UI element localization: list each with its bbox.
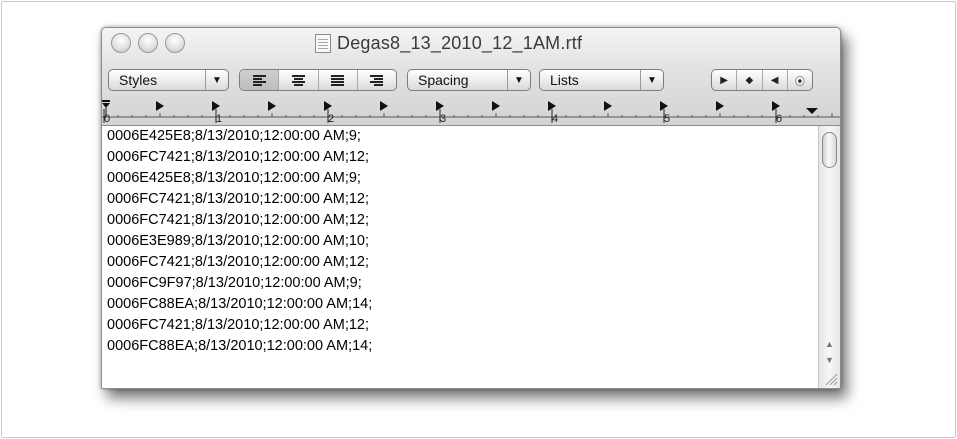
text-line: 0006FC7421;8/13/2010;12:00:00 AM;12; bbox=[107, 212, 370, 228]
ruler-minor-ticks bbox=[117, 113, 833, 117]
traffic-lights bbox=[111, 33, 185, 53]
text-line: 0006FC7421;8/13/2010;12:00:00 AM;12; bbox=[107, 317, 370, 333]
chevron-down-icon: ▼ bbox=[507, 70, 530, 90]
textedit-window: Degas8_13_2010_12_1AM.rtf Styles ▼ Spaci… bbox=[101, 27, 841, 389]
chevron-down-icon: ▼ bbox=[205, 70, 228, 90]
tab-stop-icon[interactable] bbox=[716, 101, 724, 111]
window-title: Degas8_13_2010_12_1AM.rtf bbox=[315, 31, 582, 55]
lists-popup[interactable]: Lists ▼ bbox=[539, 69, 664, 91]
styles-popup[interactable]: Styles ▼ bbox=[108, 69, 229, 91]
ruler-control: ▶ ◆ ◀ ⦿ bbox=[711, 69, 813, 91]
tab-stop-icon[interactable] bbox=[604, 101, 612, 111]
title-bar[interactable]: Degas8_13_2010_12_1AM.rtf Styles ▼ Spaci… bbox=[102, 28, 840, 126]
tab-stop-markers[interactable] bbox=[156, 101, 780, 111]
text-line: 0006FC88EA;8/13/2010;12:00:00 AM;14; bbox=[107, 296, 373, 312]
play-left-icon[interactable]: ◀ bbox=[761, 70, 787, 90]
justify-icon bbox=[331, 75, 345, 86]
close-button[interactable] bbox=[111, 33, 131, 53]
ruler-label-1: 1 bbox=[216, 113, 222, 124]
lists-label: Lists bbox=[550, 72, 579, 88]
ruler-label-3: 3 bbox=[440, 113, 446, 124]
alignment-control bbox=[239, 69, 397, 91]
tab-stop-icon[interactable] bbox=[268, 101, 276, 111]
tab-stop-icon[interactable] bbox=[156, 101, 164, 111]
spacing-label: Spacing bbox=[418, 72, 469, 88]
ruler-label-0: 0 bbox=[104, 113, 110, 124]
text-line: 0006FC7421;8/13/2010;12:00:00 AM;12; bbox=[107, 149, 370, 165]
spacing-popup[interactable]: Spacing ▼ bbox=[407, 69, 531, 91]
scroll-thumb[interactable] bbox=[822, 132, 837, 168]
zoom-button[interactable] bbox=[165, 33, 185, 53]
text-line: 0006FC88EA;8/13/2010;12:00:00 AM;14; bbox=[107, 338, 373, 354]
window-title-text: Degas8_13_2010_12_1AM.rtf bbox=[337, 32, 583, 53]
text-editor[interactable]: 0006E425E8;8/13/2010;12:00:00 AM;9; 0006F… bbox=[102, 126, 818, 388]
rtf-document-icon bbox=[315, 33, 331, 53]
ruler-label-5: 5 bbox=[664, 113, 670, 124]
scroll-down-arrow-icon[interactable]: ▼ bbox=[819, 352, 840, 367]
ruler-label-4: 4 bbox=[552, 113, 558, 124]
minimize-button[interactable] bbox=[138, 33, 158, 53]
align-right-icon bbox=[370, 75, 384, 86]
ruler-label-2: 2 bbox=[328, 113, 334, 124]
tab-stop-icon[interactable] bbox=[380, 101, 388, 111]
align-left-icon bbox=[252, 75, 266, 86]
align-right-button[interactable] bbox=[356, 70, 396, 90]
play-right-icon[interactable]: ▶ bbox=[712, 70, 736, 90]
align-left-button[interactable] bbox=[240, 70, 279, 90]
ruler-labels: 0 1 2 3 4 5 6 bbox=[104, 113, 782, 124]
chevron-down-icon: ▼ bbox=[640, 70, 663, 90]
align-center-icon bbox=[291, 75, 305, 86]
text-line: 0006E425E8;8/13/2010;12:00:00 AM;9; bbox=[107, 128, 361, 144]
justify-button[interactable] bbox=[317, 70, 357, 90]
scroll-up-arrow-icon[interactable]: ▲ bbox=[819, 336, 840, 351]
align-center-button[interactable] bbox=[278, 70, 317, 90]
text-line: 0006FC7421;8/13/2010;12:00:00 AM;12; bbox=[107, 254, 370, 270]
styles-label: Styles bbox=[119, 72, 158, 88]
diamond-icon[interactable]: ◆ bbox=[736, 70, 761, 90]
ruler[interactable]: 0 1 2 3 4 5 6 bbox=[102, 97, 840, 124]
tab-stop-icon[interactable] bbox=[492, 101, 500, 111]
vertical-scrollbar[interactable]: ▲ ▼ bbox=[818, 126, 840, 388]
right-margin-marker[interactable] bbox=[806, 108, 818, 114]
circle-icon[interactable]: ⦿ bbox=[786, 70, 812, 90]
text-line: 0006FC9F97;8/13/2010;12:00:00 AM;9; bbox=[107, 275, 362, 291]
text-line: 0006E3E989;8/13/2010;12:00:00 AM;10; bbox=[107, 233, 370, 249]
format-toolbar: Styles ▼ Spacing ▼ Lists ▼ ▶ ◆ ◀ ⦿ bbox=[108, 69, 834, 93]
text-line: 0006FC7421;8/13/2010;12:00:00 AM;12; bbox=[107, 191, 370, 207]
resize-grip-icon[interactable] bbox=[822, 370, 838, 386]
ruler-label-6: 6 bbox=[776, 113, 782, 124]
text-line: 0006E425E8;8/13/2010;12:00:00 AM;9; bbox=[107, 170, 361, 186]
